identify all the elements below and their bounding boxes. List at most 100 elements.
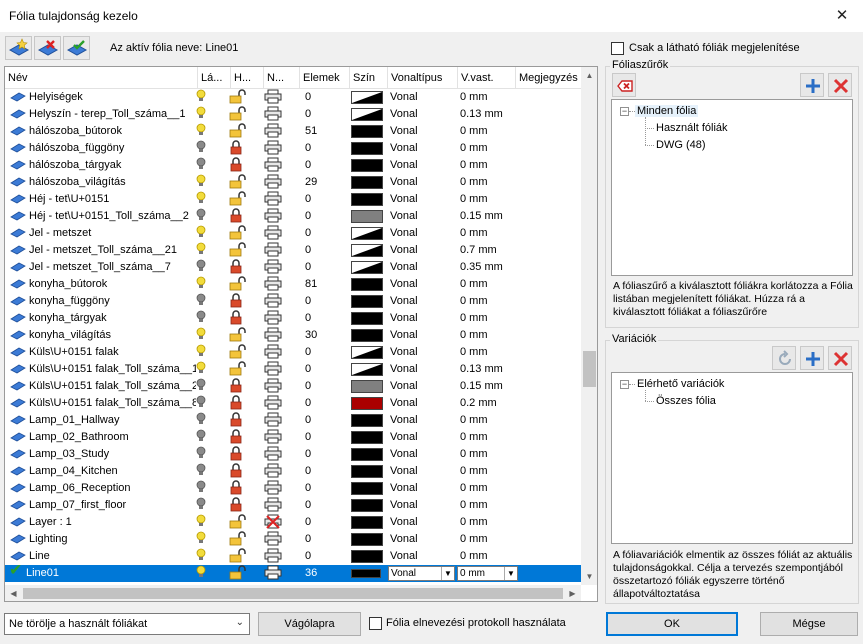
table-row[interactable]: Layer : 1 0 Vonal 0 mm <box>5 514 581 531</box>
linetype-cell[interactable]: Vonal <box>390 531 456 548</box>
bulb-off-icon[interactable] <box>195 140 207 154</box>
lineweight-cell[interactable]: 0.15 mm <box>460 378 518 395</box>
table-row[interactable]: Jel - metszet 0 Vonal 0 mm <box>5 225 581 242</box>
print-toggle[interactable] <box>264 310 284 327</box>
printer-icon[interactable] <box>264 463 282 478</box>
table-row[interactable]: Küls\U+0151 falak_Toll_száma__8 0 Vonal 0.2… <box>5 395 581 412</box>
lineweight-cell[interactable]: 0 mm <box>460 463 518 480</box>
printer-icon[interactable] <box>264 531 282 546</box>
color-swatch-cell[interactable] <box>351 327 387 344</box>
lineweight-cell[interactable]: 0.2 mm <box>460 395 518 412</box>
lineweight-cell[interactable]: 0 mm <box>460 514 518 531</box>
printer-icon[interactable] <box>264 123 282 138</box>
lock-open-icon[interactable] <box>228 361 248 376</box>
visibility-toggle[interactable] <box>195 293 215 310</box>
print-toggle[interactable] <box>264 395 284 412</box>
table-row[interactable]: Héj - tet\U+0151 0 Vonal 0 mm <box>5 191 581 208</box>
lock-toggle[interactable] <box>228 497 252 514</box>
bulb-on-icon[interactable] <box>195 174 207 188</box>
color-swatch-cell[interactable] <box>351 225 387 242</box>
print-toggle[interactable] <box>264 514 284 531</box>
purge-layer-button[interactable] <box>63 36 90 60</box>
visibility-toggle[interactable] <box>195 242 215 259</box>
lock-closed-icon[interactable] <box>228 157 244 172</box>
print-toggle[interactable] <box>264 89 284 106</box>
lineweight-cell[interactable]: 0 mm <box>460 412 518 429</box>
col-visible[interactable]: Lá... <box>198 67 231 89</box>
color-swatch-cell[interactable] <box>351 497 387 514</box>
print-toggle[interactable] <box>264 157 284 174</box>
visibility-toggle[interactable] <box>195 191 215 208</box>
print-toggle[interactable] <box>264 327 284 344</box>
naming-protocol-checkbox[interactable] <box>369 617 382 630</box>
lock-toggle[interactable] <box>228 565 252 582</box>
bulb-off-icon[interactable] <box>195 446 207 460</box>
bulb-on-icon[interactable] <box>195 531 207 545</box>
visibility-toggle[interactable] <box>195 276 215 293</box>
visibility-toggle[interactable] <box>195 497 215 514</box>
color-swatch-cell[interactable] <box>351 242 387 259</box>
bulb-off-icon[interactable] <box>195 208 207 222</box>
tree-node-used-layers[interactable]: Használt fóliák <box>656 122 728 134</box>
new-layer-button[interactable] <box>5 36 32 60</box>
table-row[interactable]: hálószoba_tárgyak 0 Vonal 0 mm <box>5 157 581 174</box>
visibility-toggle[interactable] <box>195 106 215 123</box>
color-swatch-cell[interactable] <box>351 191 387 208</box>
lock-closed-icon[interactable] <box>228 446 244 461</box>
col-lock[interactable]: H... <box>231 67 264 89</box>
table-row[interactable]: ✔ Line01 36 Vonal ▼ 0 mm ▼ <box>5 565 581 582</box>
visibility-toggle[interactable] <box>195 548 215 565</box>
table-row[interactable]: konyha_tárgyak 0 Vonal 0 mm <box>5 310 581 327</box>
lock-toggle[interactable] <box>228 412 252 429</box>
bulb-off-icon[interactable] <box>195 378 207 392</box>
lock-toggle[interactable] <box>228 344 252 361</box>
visibility-toggle[interactable] <box>195 361 215 378</box>
lineweight-cell[interactable]: 0 mm <box>460 191 518 208</box>
color-swatch-cell[interactable] <box>351 412 387 429</box>
lock-toggle[interactable] <box>228 463 252 480</box>
printer-icon[interactable] <box>264 157 282 172</box>
visibility-toggle[interactable] <box>195 395 215 412</box>
lineweight-cell[interactable]: 0 mm <box>460 548 518 565</box>
col-linetype[interactable]: Vonaltípus <box>388 67 458 89</box>
bulb-off-icon[interactable] <box>195 157 207 171</box>
printer-icon[interactable] <box>264 242 282 257</box>
color-swatch-cell[interactable] <box>351 157 387 174</box>
printer-icon[interactable] <box>264 395 282 410</box>
close-icon[interactable]: ✕ <box>830 4 854 28</box>
lock-open-icon[interactable] <box>228 174 248 189</box>
lock-closed-icon[interactable] <box>228 293 244 308</box>
visibility-toggle[interactable] <box>195 446 215 463</box>
collapse-icon[interactable]: − <box>620 380 629 389</box>
color-swatch-cell[interactable] <box>351 429 387 446</box>
table-row[interactable]: Lamp_01_Hallway 0 Vonal 0 mm <box>5 412 581 429</box>
lock-closed-icon[interactable] <box>228 259 244 274</box>
printer-icon[interactable] <box>264 361 282 376</box>
lock-toggle[interactable] <box>228 531 252 548</box>
tree-node-available-variations[interactable]: Elérhető variációk <box>637 378 724 390</box>
printer-icon[interactable] <box>264 276 282 291</box>
color-swatch-cell[interactable] <box>351 361 387 378</box>
color-swatch-cell[interactable] <box>351 463 387 480</box>
linetype-cell[interactable]: Vonal <box>390 276 456 293</box>
table-row[interactable]: konyha_függöny 0 Vonal 0 mm <box>5 293 581 310</box>
col-lineweight[interactable]: V.vast. <box>458 67 516 89</box>
printer-icon[interactable] <box>264 327 282 342</box>
lineweight-cell[interactable]: 0 mm <box>460 157 518 174</box>
visibility-toggle[interactable] <box>195 259 215 276</box>
bulb-on-icon[interactable] <box>195 565 207 579</box>
color-swatch-cell[interactable] <box>351 106 387 123</box>
bulb-on-icon[interactable] <box>195 276 207 290</box>
linetype-cell[interactable]: Vonal <box>390 174 456 191</box>
bulb-on-icon[interactable] <box>195 548 207 562</box>
linetype-cell[interactable]: Vonal <box>390 497 456 514</box>
color-swatch-cell[interactable] <box>351 89 387 106</box>
delete-layer-button[interactable] <box>34 36 61 60</box>
lineweight-cell[interactable]: 0 mm <box>460 89 518 106</box>
visibility-toggle[interactable] <box>195 378 215 395</box>
visibility-toggle[interactable] <box>195 310 215 327</box>
bulb-on-icon[interactable] <box>195 106 207 120</box>
bulb-on-icon[interactable] <box>195 344 207 358</box>
lineweight-cell[interactable]: 0 mm <box>460 140 518 157</box>
print-toggle[interactable] <box>264 191 284 208</box>
